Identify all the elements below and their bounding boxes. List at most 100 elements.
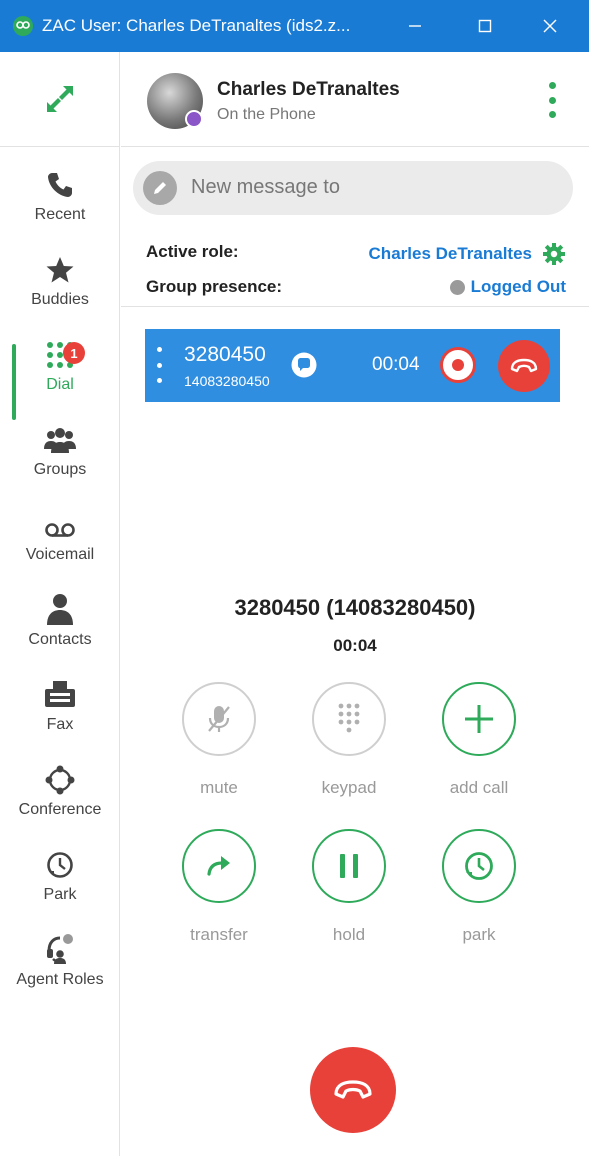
sidebar-item-park[interactable]: Park [0, 842, 120, 927]
sidebar: Recent Buddies 1 Dial Groups Voicemail C… [0, 52, 120, 1156]
sidebar-item-buddies[interactable]: Buddies [0, 247, 120, 332]
park-icon [45, 842, 75, 886]
kebab-dot-icon [548, 82, 556, 89]
park-control[interactable]: park [424, 829, 534, 945]
mute-button[interactable] [182, 682, 256, 756]
keypad-button[interactable] [312, 682, 386, 756]
sidebar-item-label: Park [43, 886, 77, 903]
hangup-button-small[interactable] [498, 340, 550, 392]
sidebar-item-recent[interactable]: Recent [0, 162, 120, 247]
conference-icon [45, 757, 75, 801]
user-header: Charles DeTranaltes On the Phone [121, 52, 589, 147]
sidebar-item-conference[interactable]: Conference [0, 757, 120, 842]
voicemail-icon [44, 502, 76, 546]
window-title: ZAC User: Charles DeTranaltes (ids2.z... [42, 16, 351, 35]
pause-icon [340, 854, 358, 878]
close-icon [543, 19, 557, 33]
record-icon [452, 359, 464, 371]
chat-icon[interactable] [290, 351, 318, 379]
transfer-button[interactable] [182, 829, 256, 903]
call-subnumber: 14083280450 [184, 373, 270, 389]
mute-label: mute [200, 778, 238, 797]
sidebar-item-fax[interactable]: Fax [0, 672, 120, 757]
keypad-label: keypad [321, 778, 377, 797]
presence-badge [185, 110, 203, 128]
add-call-label: add call [449, 778, 509, 797]
pencil-icon [143, 171, 177, 205]
plus-icon [465, 705, 493, 733]
minimize-button[interactable] [380, 0, 450, 52]
call-options-button[interactable] [157, 347, 163, 383]
hangup-icon [510, 358, 538, 373]
sidebar-item-label: Dial [46, 376, 74, 393]
sidebar-item-voicemail[interactable]: Voicemail [0, 502, 120, 587]
title-bar: ZAC User: Charles DeTranaltes (ids2.z... [0, 0, 589, 52]
new-message-input[interactable]: New message to [133, 161, 573, 215]
call-detail-duration: 00:04 [333, 636, 377, 655]
user-status: On the Phone [217, 106, 316, 123]
call-duration: 00:04 [372, 354, 420, 375]
sidebar-item-label: Agent Roles [16, 971, 104, 988]
star-icon [45, 247, 75, 291]
park-clock-icon [465, 852, 493, 880]
sidebar-item-dial[interactable]: 1 Dial [0, 332, 120, 417]
park-button[interactable] [442, 829, 516, 903]
sidebar-item-label: Buddies [31, 291, 89, 308]
keypad-icon [338, 703, 360, 733]
sidebar-item-label: Recent [34, 206, 86, 223]
agent-icon [44, 927, 76, 971]
notification-badge: 1 [63, 342, 85, 364]
add-call-control[interactable]: add call [424, 682, 534, 798]
group-presence-value[interactable]: Logged Out [449, 277, 566, 297]
hangup-icon [334, 1080, 372, 1099]
group-presence-status: Logged Out [470, 277, 566, 296]
active-role-value[interactable]: Charles DeTranaltes [369, 242, 566, 266]
sidebar-item-label: Conference [18, 801, 102, 818]
expand-arrows-icon [46, 86, 73, 112]
park-label: park [462, 925, 496, 944]
kebab-dot-icon [548, 96, 556, 104]
group-presence-label: Group presence: [146, 277, 283, 296]
presence-dot-icon [449, 279, 465, 295]
hold-label: hold [332, 925, 366, 944]
sidebar-item-label: Groups [33, 461, 87, 478]
mute-control[interactable]: mute [164, 682, 274, 798]
phone-icon [45, 162, 75, 206]
more-options-button[interactable] [547, 82, 557, 118]
kebab-dot-icon [548, 111, 556, 118]
active-role-name: Charles DeTranaltes [368, 244, 532, 263]
active-role-label: Active role: [146, 242, 239, 261]
call-detail-title: 3280450 (14083280450) [234, 595, 476, 620]
expand-button[interactable] [0, 52, 119, 147]
group-icon [43, 417, 77, 461]
app-logo-icon [13, 16, 33, 36]
add-call-button[interactable] [442, 682, 516, 756]
sidebar-item-label: Fax [46, 716, 74, 733]
hangup-button[interactable] [310, 1047, 396, 1133]
sidebar-item-label: Contacts [28, 631, 92, 648]
minimize-icon [409, 25, 421, 27]
active-call-card[interactable]: 3280450 14083280450 00:04 [145, 329, 560, 402]
maximize-button[interactable] [450, 0, 520, 52]
divider [121, 306, 589, 307]
sidebar-item-groups[interactable]: Groups [0, 417, 120, 502]
sidebar-item-label: Voicemail [25, 546, 95, 563]
user-name: Charles DeTranaltes [217, 79, 400, 100]
transfer-arrow-icon [207, 856, 230, 876]
dialpad-icon: 1 [45, 332, 85, 376]
fax-icon [44, 672, 76, 716]
maximize-icon [478, 19, 492, 33]
call-number: 3280450 [184, 343, 266, 366]
close-button[interactable] [515, 0, 585, 52]
record-button[interactable] [440, 347, 476, 383]
sidebar-item-agent-roles[interactable]: Agent Roles [0, 927, 120, 1012]
microphone-mute-icon [208, 706, 230, 732]
transfer-label: transfer [190, 925, 248, 944]
gear-icon[interactable] [542, 242, 566, 266]
person-icon [45, 587, 75, 631]
hold-button[interactable] [312, 829, 386, 903]
hold-control[interactable]: hold [294, 829, 404, 945]
transfer-control[interactable]: transfer [164, 829, 274, 945]
keypad-control[interactable]: keypad [294, 682, 404, 798]
sidebar-item-contacts[interactable]: Contacts [0, 587, 120, 672]
